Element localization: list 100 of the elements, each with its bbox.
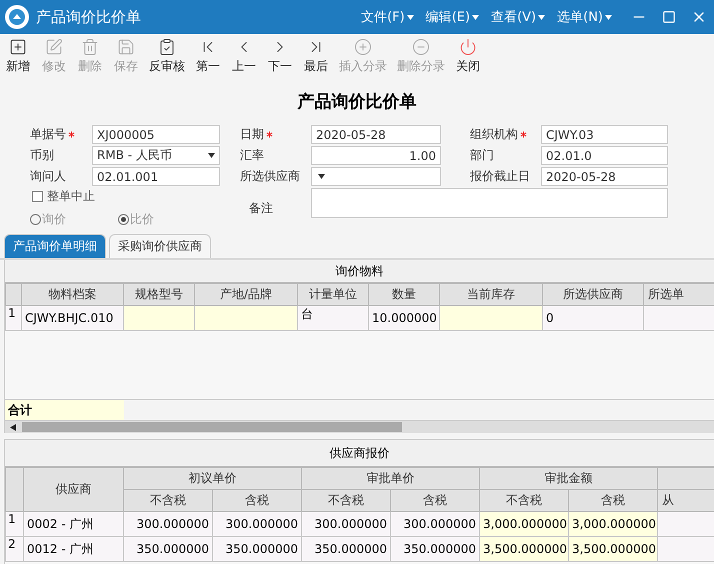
column-header: 所选供应商 xyxy=(542,284,644,306)
input-field[interactable]: XJ000005 xyxy=(92,125,220,144)
table-cell xyxy=(658,512,714,536)
column-header: 供应商 xyxy=(24,468,124,512)
radio-dot-icon xyxy=(121,217,126,222)
field-label: 单据号 xyxy=(30,126,66,143)
table-cell: 0002 - 广州 xyxy=(24,512,124,536)
edit-icon xyxy=(45,38,63,56)
caret-icon xyxy=(538,14,546,20)
column-header: 含税 xyxy=(390,490,480,512)
toolbar-button[interactable]: 最后 xyxy=(299,38,333,82)
column-group-header: 初议单价 xyxy=(124,468,302,490)
app-logo-icon xyxy=(4,4,30,30)
field-label: 汇率 xyxy=(240,147,264,164)
stop-checkbox[interactable]: 整单中止 xyxy=(32,188,249,205)
toolbar-button[interactable]: 上一 xyxy=(227,38,261,82)
caret-icon xyxy=(472,14,480,20)
required-icon xyxy=(68,131,75,138)
menu-item[interactable]: 编辑(E) xyxy=(426,8,480,26)
power-icon xyxy=(459,38,477,56)
scroll-left-icon[interactable] xyxy=(10,424,16,430)
input-field[interactable]: 2020-05-28 xyxy=(311,125,441,144)
column-header: 不含税 xyxy=(124,490,212,512)
toolbar-button[interactable]: 第一 xyxy=(191,38,225,82)
input-field[interactable]: 02.01.0 xyxy=(541,146,668,165)
column-group-header: 审批金额 xyxy=(480,468,658,490)
table-cell: 台 xyxy=(298,306,368,330)
table-cell: 3,000.000000 xyxy=(568,512,658,536)
required-icon xyxy=(266,131,273,138)
table-cell: 300.000000 xyxy=(212,512,302,536)
column-group-header: 审批单价 xyxy=(302,468,480,490)
table-cell: 0012 - 广州 xyxy=(24,536,124,562)
table-cell: 0 xyxy=(542,306,644,330)
field-label: 询问人 xyxy=(30,168,66,185)
minus-circle-icon xyxy=(412,38,430,56)
column-header: 含税 xyxy=(212,490,302,512)
caret-icon xyxy=(605,14,612,20)
tab[interactable]: 采购询价供应商 xyxy=(109,234,211,258)
table-cell: 350.000000 xyxy=(390,536,480,562)
column-header: 不含税 xyxy=(302,490,390,512)
table-cell: 3,500.000000 xyxy=(480,536,568,562)
table-caption: 供应商报价 xyxy=(5,440,714,467)
column-header: 所选单 xyxy=(644,284,714,306)
column-header: 数量 xyxy=(368,284,440,306)
field-label: 部门 xyxy=(470,147,494,164)
caret-icon xyxy=(406,14,414,20)
table-cell: 300.000000 xyxy=(124,512,212,536)
table-cell: 300.000000 xyxy=(302,512,390,536)
toolbar-button[interactable]: 反审核 xyxy=(145,38,189,82)
column-header: 计量单位 xyxy=(298,284,368,306)
window-title: 产品询价比价单 xyxy=(36,8,142,26)
field-label: 币别 xyxy=(30,147,54,164)
table-cell: 350.000000 xyxy=(212,536,302,562)
toolbar-button[interactable]: 关闭 xyxy=(451,38,485,82)
input-field[interactable]: 02.01.001 xyxy=(92,167,220,186)
total-label: 合计 xyxy=(5,400,124,420)
column-header: 规格型号 xyxy=(124,284,194,306)
form-title: 产品询价比价单 xyxy=(296,91,418,113)
toolbar-button[interactable]: 下一 xyxy=(263,38,297,82)
plus-circle-icon xyxy=(354,38,372,56)
field-label: 报价截止日 xyxy=(470,168,530,185)
dropdown-icon xyxy=(318,174,325,179)
field-label: 备注 xyxy=(249,200,274,216)
column-header: 含税 xyxy=(568,490,658,512)
table-caption: 询价物料 xyxy=(5,260,714,283)
header-cell xyxy=(6,284,22,306)
field-label: 组织机构 xyxy=(470,126,518,143)
input-field[interactable]: 1.00 xyxy=(311,146,441,165)
input-field[interactable]: CJWY.03 xyxy=(541,125,668,144)
column-header: 物料档案 xyxy=(22,284,124,306)
column-header: 从 xyxy=(658,490,714,512)
table-cell: 350.000000 xyxy=(124,536,212,562)
select-field[interactable]: RMB - 人民币 xyxy=(92,146,220,165)
input-field[interactable]: 2020-05-28 xyxy=(541,167,668,186)
note-field[interactable] xyxy=(311,188,668,218)
table-cell: 350.000000 xyxy=(302,536,390,562)
horizontal-scrollbar[interactable] xyxy=(5,420,714,433)
required-icon xyxy=(520,131,527,138)
table-cell: 3,000.000000 xyxy=(480,512,568,536)
header-cell xyxy=(658,468,714,490)
save-icon xyxy=(117,38,135,56)
row-number: 2 xyxy=(6,536,24,562)
table-cell: 10.000000 xyxy=(368,306,440,330)
menu-item[interactable]: 文件(F) xyxy=(361,8,414,26)
select-field[interactable] xyxy=(311,167,441,186)
column-header: 不含税 xyxy=(480,490,568,512)
table-cell: 300.000000 xyxy=(390,512,480,536)
field-label: 所选供应商 xyxy=(240,168,300,185)
row-number: 1 xyxy=(6,512,24,536)
menu-item[interactable]: 查看(V) xyxy=(491,8,546,26)
column-header: 当前库存 xyxy=(440,284,542,306)
menu-item[interactable]: 选单(N) xyxy=(557,8,612,26)
row-number: 1 xyxy=(6,306,22,330)
toolbar-button[interactable]: 新增 xyxy=(1,38,35,82)
column-header: 产地/品牌 xyxy=(194,284,298,306)
tab[interactable]: 产品询价单明细 xyxy=(4,234,106,258)
trash-icon xyxy=(81,38,99,56)
table-cell: 3,500.000000 xyxy=(568,536,658,562)
table-cell: CJWY.BHJC.010 xyxy=(22,306,124,330)
header-cell xyxy=(6,468,24,512)
